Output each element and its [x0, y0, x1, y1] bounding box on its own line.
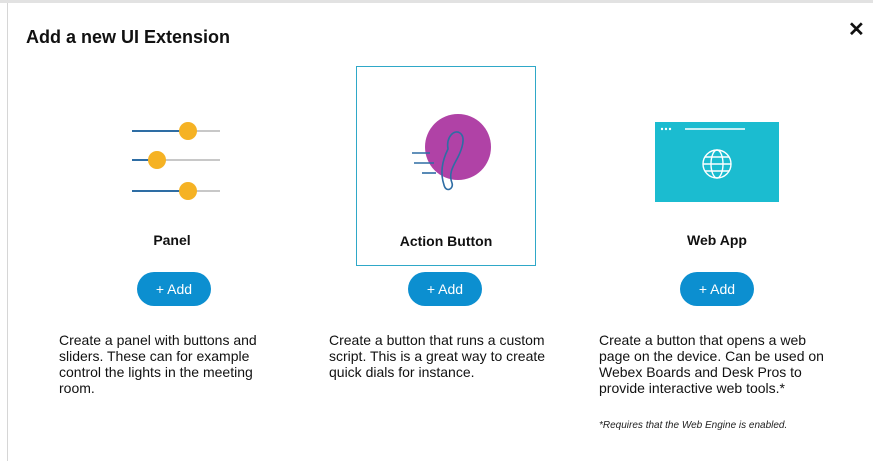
add-web-app-button[interactable]: + Add: [680, 272, 754, 306]
dialog-left-border: [7, 3, 8, 461]
web-engine-footnote: *Requires that the Web Engine is enabled…: [599, 420, 788, 431]
dialog-title: Add a new UI Extension: [26, 27, 231, 47]
card-panel[interactable]: Panel: [83, 66, 261, 264]
card-action-button[interactable]: Action Button: [356, 66, 536, 266]
card-label-panel: Panel: [153, 232, 191, 248]
card-label-action-button: Action Button: [399, 233, 493, 249]
sliders-icon: [83, 116, 261, 212]
card-web-app[interactable]: Web App: [628, 66, 806, 264]
description-web-app: Create a button that opens a web page on…: [599, 332, 824, 396]
add-action-button-button[interactable]: + Add: [408, 272, 482, 306]
close-icon[interactable]: ✕: [848, 20, 865, 40]
description-action-button: Create a button that runs a custom scrip…: [329, 332, 546, 380]
web-browser-icon: [628, 116, 806, 212]
dialog-top-border: [0, 0, 873, 3]
card-label-web-app: Web App: [687, 232, 747, 248]
add-panel-button[interactable]: + Add: [137, 272, 211, 306]
description-panel: Create a panel with buttons and sliders.…: [59, 332, 257, 396]
phone-dial-icon: [357, 114, 535, 213]
